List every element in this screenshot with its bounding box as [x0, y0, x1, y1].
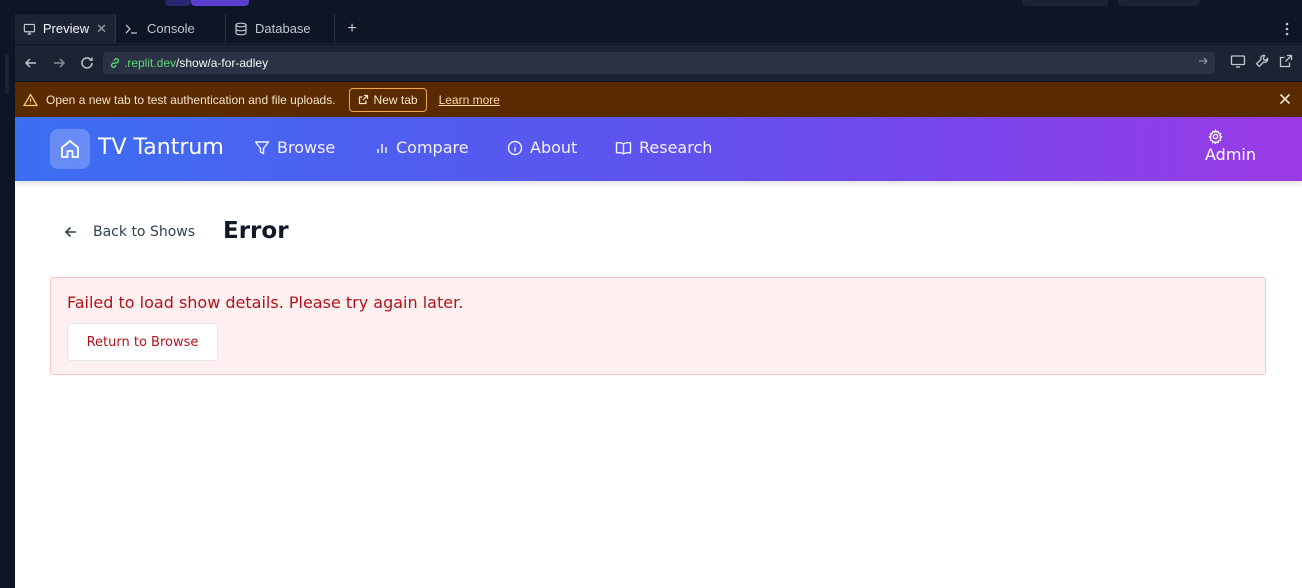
error-alert: Failed to load show details. Please try … [50, 277, 1266, 375]
warning-banner: Open a new tab to test authentication an… [15, 82, 1302, 117]
go-arrow-icon[interactable] [1197, 55, 1209, 70]
warning-icon [23, 92, 38, 107]
arrow-right-icon [54, 58, 66, 68]
filter-icon [254, 140, 270, 154]
bar-chart-icon [377, 143, 387, 153]
back-nav-button[interactable] [17, 49, 45, 77]
url-domain: .replit.dev [124, 56, 177, 70]
arrow-left-icon [24, 58, 36, 68]
brand-name[interactable]: TV Tantrum [98, 135, 224, 160]
home-icon [61, 140, 79, 158]
tab-label: Preview [42, 21, 90, 36]
left-sidebar-edge [0, 14, 15, 588]
add-tab-button[interactable]: + [335, 14, 369, 43]
top-pill [1022, 0, 1108, 6]
learn-more-link[interactable]: Learn more [439, 93, 500, 107]
tab-label: Database [255, 21, 311, 36]
nav-label: About [530, 138, 578, 157]
top-strip [0, 0, 1302, 14]
home-logo-button[interactable] [50, 129, 90, 169]
tab-label: Console [147, 21, 195, 36]
more-options-icon[interactable] [1272, 14, 1302, 43]
link-icon [110, 58, 120, 68]
app-header: TV Tantrum Browse Compare About Research… [15, 117, 1302, 181]
close-banner-icon[interactable] [1276, 90, 1294, 111]
admin-link[interactable]: Admin [1205, 129, 1265, 164]
return-to-browse-button[interactable]: Return to Browse [67, 323, 218, 361]
url-path: /show/a-for-adley [176, 56, 269, 70]
back-to-shows-link[interactable]: Back to Shows [63, 224, 195, 240]
book-icon [615, 141, 632, 155]
nav-label: Compare [396, 138, 469, 157]
terminal-icon [125, 24, 137, 34]
new-tab-button[interactable]: New tab [348, 87, 427, 112]
nav-research[interactable]: Research [615, 138, 712, 157]
banner-message: Open a new tab to test authentication an… [46, 92, 336, 107]
gear-icon [1208, 129, 1223, 144]
forward-nav-button[interactable] [45, 49, 73, 77]
monitor-icon [23, 23, 36, 35]
error-message: Failed to load show details. Please try … [67, 293, 464, 312]
nav-label: Research [639, 138, 713, 157]
address-tools [1230, 53, 1294, 69]
workspace-tab-bar: Preview ✕ Console Database + [15, 14, 1302, 44]
wrench-icon[interactable] [1254, 53, 1270, 69]
nav-about[interactable]: About [507, 138, 577, 157]
tab-preview[interactable]: Preview ✕ [15, 14, 116, 43]
arrow-left-icon [64, 226, 76, 238]
nav-label: Browse [277, 138, 336, 157]
tab-console[interactable]: Console [116, 14, 226, 43]
reload-icon [81, 57, 93, 69]
admin-label: Admin [1205, 145, 1256, 164]
top-pill [191, 0, 249, 6]
external-link-icon[interactable] [1278, 53, 1294, 69]
new-tab-label: New tab [373, 92, 418, 107]
tab-database[interactable]: Database [226, 14, 335, 43]
nav-compare[interactable]: Compare [375, 138, 469, 157]
external-link-icon [358, 94, 368, 105]
address-bar: .replit.dev/show/a-for-adley [15, 45, 1302, 81]
info-icon [507, 140, 523, 155]
reload-button[interactable] [73, 49, 101, 77]
close-tab-icon[interactable]: ✕ [96, 21, 107, 37]
sidebar-handle[interactable] [5, 54, 9, 94]
page-title: Error [223, 218, 289, 244]
url-field[interactable]: .replit.dev/show/a-for-adley [103, 52, 1215, 74]
back-label: Back to Shows [93, 224, 196, 240]
devices-icon[interactable] [1230, 53, 1246, 69]
app-viewport: TV Tantrum Browse Compare About Research… [15, 117, 1302, 588]
database-icon [235, 22, 247, 35]
top-pill [1118, 0, 1200, 6]
top-pill [165, 0, 191, 6]
nav-browse[interactable]: Browse [254, 138, 335, 157]
